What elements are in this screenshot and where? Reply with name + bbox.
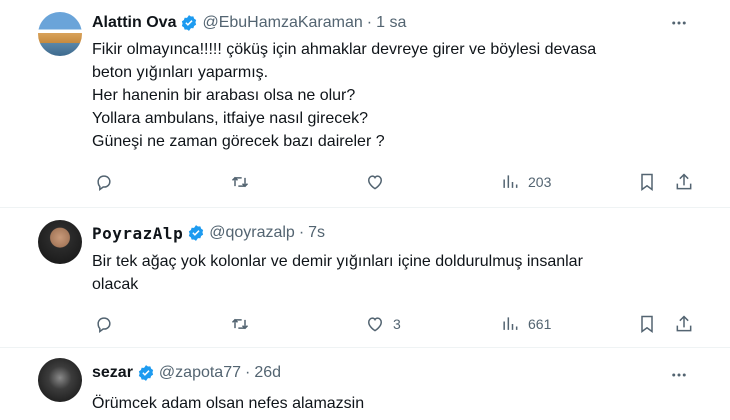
tweet-sezar[interactable]: sezar @zapota77 · 26d Örümcek adam olsan… [0, 348, 730, 420]
tweet-text: Fikir olmayınca!!!!! çöküş için ahmaklar… [92, 38, 596, 153]
bookmark-button[interactable] [637, 312, 657, 336]
action-bar: 3 661 [92, 312, 702, 336]
like-count: 3 [393, 316, 401, 332]
separator-dot: · [298, 224, 305, 241]
views-count: 203 [528, 174, 552, 190]
action-bar: 203 [92, 170, 702, 194]
tweet-text-line: beton yığınları yaparmış. [92, 64, 269, 81]
like-icon [367, 317, 383, 332]
views-button[interactable]: 661 [500, 312, 551, 336]
display-name[interactable]: sezar [92, 364, 133, 382]
reply-button[interactable] [94, 170, 122, 194]
display-name[interactable]: Alattin Ova [92, 14, 176, 32]
separator-dot: · [245, 364, 251, 381]
tweet-text-line: Örümcek adam olsan nefes alamazsin [92, 395, 365, 412]
share-icon [676, 173, 692, 190]
tweet-text-line: Yollara ambulans, itfaiye nasıl girecek? [92, 110, 369, 127]
tweet-text: Örümcek adam olsan nefes alamazsin [92, 392, 364, 415]
tweet-header: PoyrazAlp @qoyrazalp · 7s [92, 222, 325, 244]
retweet-button[interactable] [230, 170, 258, 194]
timestamp[interactable]: 26d [254, 364, 281, 382]
tweet-text-line: Güneşi ne zaman görecek bazı daireler ? [92, 133, 385, 150]
more-icon[interactable] [668, 364, 690, 386]
share-icon [676, 315, 692, 332]
tweet-alattin-ova[interactable]: Alattin Ova @EbuHamzaKaraman · 1 sa Fiki… [0, 0, 730, 208]
views-count: 661 [528, 316, 552, 332]
retweet-icon [231, 318, 249, 330]
tweet-text-line: Her hanenin bir arabası olsa ne olur? [92, 87, 356, 104]
user-handle[interactable]: @EbuHamzaKaraman [202, 14, 362, 32]
views-button[interactable]: 203 [500, 170, 551, 194]
timestamp[interactable]: 7s [308, 224, 325, 242]
verified-badge-icon [138, 365, 154, 381]
separator-dot: · [366, 14, 373, 31]
tweet-poyrazalp[interactable]: PoyrazAlp @qoyrazalp · 7s Bir tek ağaç y… [0, 208, 730, 348]
retweet-button[interactable] [230, 312, 258, 336]
reply-button[interactable] [94, 312, 122, 336]
tweet-header: Alattin Ova @EbuHamzaKaraman · 1 sa [92, 12, 406, 34]
tweet-text: Bir tek ağaç yok kolonlar ve demir yığın… [92, 250, 583, 296]
tweet-text-line: olacak [92, 276, 139, 293]
share-button[interactable] [674, 170, 694, 194]
like-button[interactable]: 3 [365, 312, 401, 336]
like-icon [367, 175, 383, 190]
avatar[interactable] [38, 12, 82, 56]
share-button[interactable] [674, 312, 694, 336]
avatar[interactable] [38, 220, 82, 264]
bookmark-button[interactable] [637, 170, 657, 194]
user-handle[interactable]: @qoyrazalp [209, 224, 295, 242]
more-icon[interactable] [668, 12, 690, 34]
display-name[interactable]: PoyrazAlp [92, 224, 183, 243]
reply-icon [97, 317, 111, 333]
bookmark-icon [641, 173, 653, 191]
reply-icon [97, 175, 111, 191]
timestamp[interactable]: 1 sa [376, 14, 406, 32]
tweet-header: sezar @zapota77 · 26d [92, 362, 281, 384]
retweet-icon [231, 176, 249, 188]
views-icon [503, 317, 518, 330]
user-handle[interactable]: @zapota77 [159, 364, 241, 382]
verified-badge-icon [189, 225, 204, 241]
like-button[interactable] [365, 170, 393, 194]
bookmark-icon [641, 315, 653, 333]
tweet-text-line: Fikir olmayınca!!!!! çöküş için ahmaklar… [92, 41, 597, 58]
avatar[interactable] [38, 358, 82, 402]
verified-badge-icon [182, 15, 197, 31]
views-icon [503, 175, 518, 188]
tweet-text-line: Bir tek ağaç yok kolonlar ve demir yığın… [92, 253, 583, 270]
